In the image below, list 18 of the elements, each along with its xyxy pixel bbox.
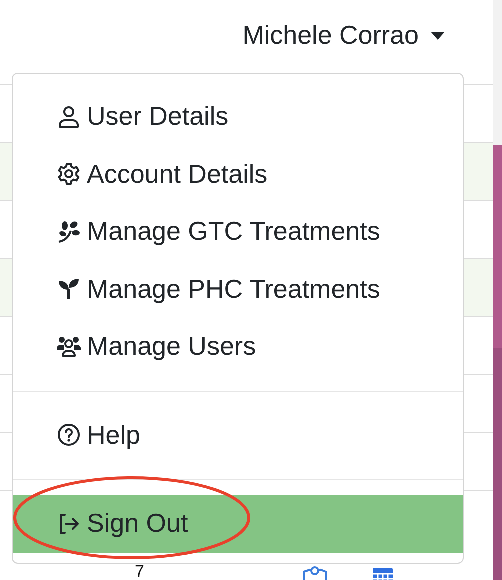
menu-item[interactable]: Help — [13, 406, 463, 464]
calendar-icon[interactable] — [372, 566, 394, 580]
sign-out-icon — [57, 512, 81, 536]
sprout-icon — [57, 277, 81, 302]
menu-item[interactable]: Account Details — [13, 146, 463, 203]
user-menu-toggle[interactable]: Michele Corrao — [242, 16, 445, 55]
user-icon — [57, 104, 81, 129]
map-pin-icon[interactable] — [302, 566, 328, 580]
gear-icon — [57, 162, 81, 186]
menu-item[interactable]: Manage Users — [13, 318, 463, 376]
menu-item[interactable]: Sign Out — [13, 495, 463, 552]
leaf-icon — [57, 220, 81, 244]
table-cell: 7 — [135, 563, 144, 580]
menu-item[interactable]: Manage GTC Treatments — [13, 203, 463, 260]
users-icon — [57, 334, 81, 359]
question-icon — [57, 423, 81, 448]
menu-item[interactable]: Manage PHC Treatments — [13, 260, 463, 318]
menu-item[interactable]: User Details — [13, 88, 463, 146]
